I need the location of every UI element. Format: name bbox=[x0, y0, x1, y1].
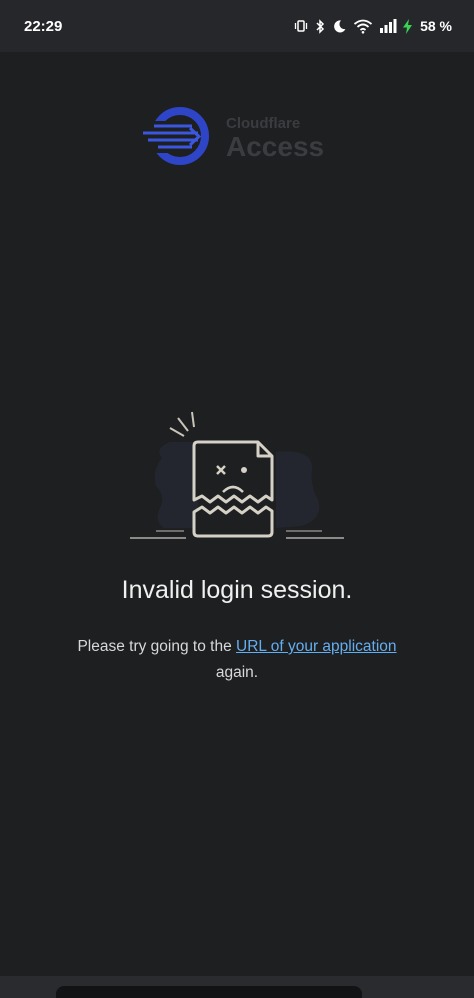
broken-page-illustration bbox=[126, 408, 348, 548]
access-logo-icon bbox=[140, 104, 216, 173]
error-message-prefix: Please try going to the bbox=[77, 638, 236, 655]
battery-percentage: 58 % bbox=[420, 18, 452, 34]
error-message-suffix: again. bbox=[215, 664, 259, 681]
logo-brand: Cloudflare bbox=[226, 114, 301, 132]
page-content: Cloudflare Access Invalid login session.… bbox=[0, 52, 474, 976]
logo-product: Access bbox=[226, 130, 325, 162]
home-gesture-bar[interactable] bbox=[56, 986, 362, 998]
status-bar: 22:29 58 % bbox=[0, 0, 474, 52]
status-time: 22:29 bbox=[24, 17, 63, 35]
error-title: Invalid login session. bbox=[121, 576, 353, 604]
vibrate-icon bbox=[294, 19, 308, 33]
do-not-disturb-moon-icon bbox=[332, 19, 347, 34]
signal-icon bbox=[379, 19, 397, 33]
error-message: Please try going to the URL of your appl… bbox=[50, 634, 424, 686]
wifi-icon bbox=[353, 19, 373, 34]
bluetooth-icon bbox=[314, 18, 326, 34]
logo-text: Cloudflare Access bbox=[226, 116, 324, 161]
status-icons: 58 % bbox=[294, 18, 452, 34]
cloudflare-access-logo: Cloudflare Access bbox=[140, 106, 340, 170]
navigation-bar bbox=[0, 976, 474, 998]
charging-bolt-icon bbox=[403, 18, 413, 34]
application-url-link[interactable]: URL of your application bbox=[236, 638, 397, 655]
